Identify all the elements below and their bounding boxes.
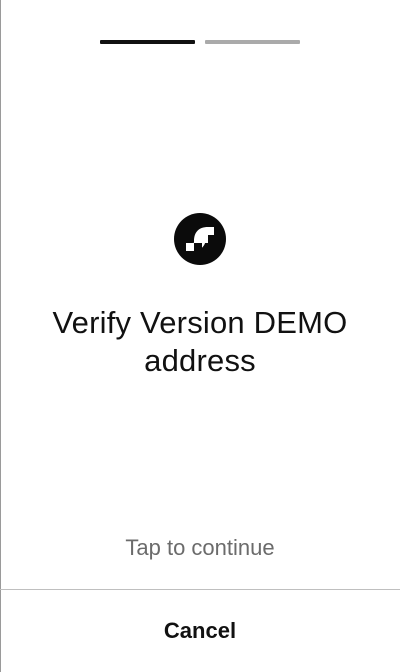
- progress-step-1: [100, 40, 195, 44]
- page-title: Verify Version DEMO address: [0, 304, 400, 380]
- step-progress-indicator: [100, 40, 300, 44]
- title-line-1: Verify Version DEMO: [52, 305, 348, 340]
- cancel-button[interactable]: Cancel: [0, 590, 400, 672]
- tap-to-continue-hint[interactable]: Tap to continue: [0, 534, 400, 562]
- progress-step-2: [205, 40, 300, 44]
- title-line-2: address: [144, 343, 256, 378]
- app-logo: [174, 213, 226, 265]
- flow-logo-icon: [174, 213, 226, 265]
